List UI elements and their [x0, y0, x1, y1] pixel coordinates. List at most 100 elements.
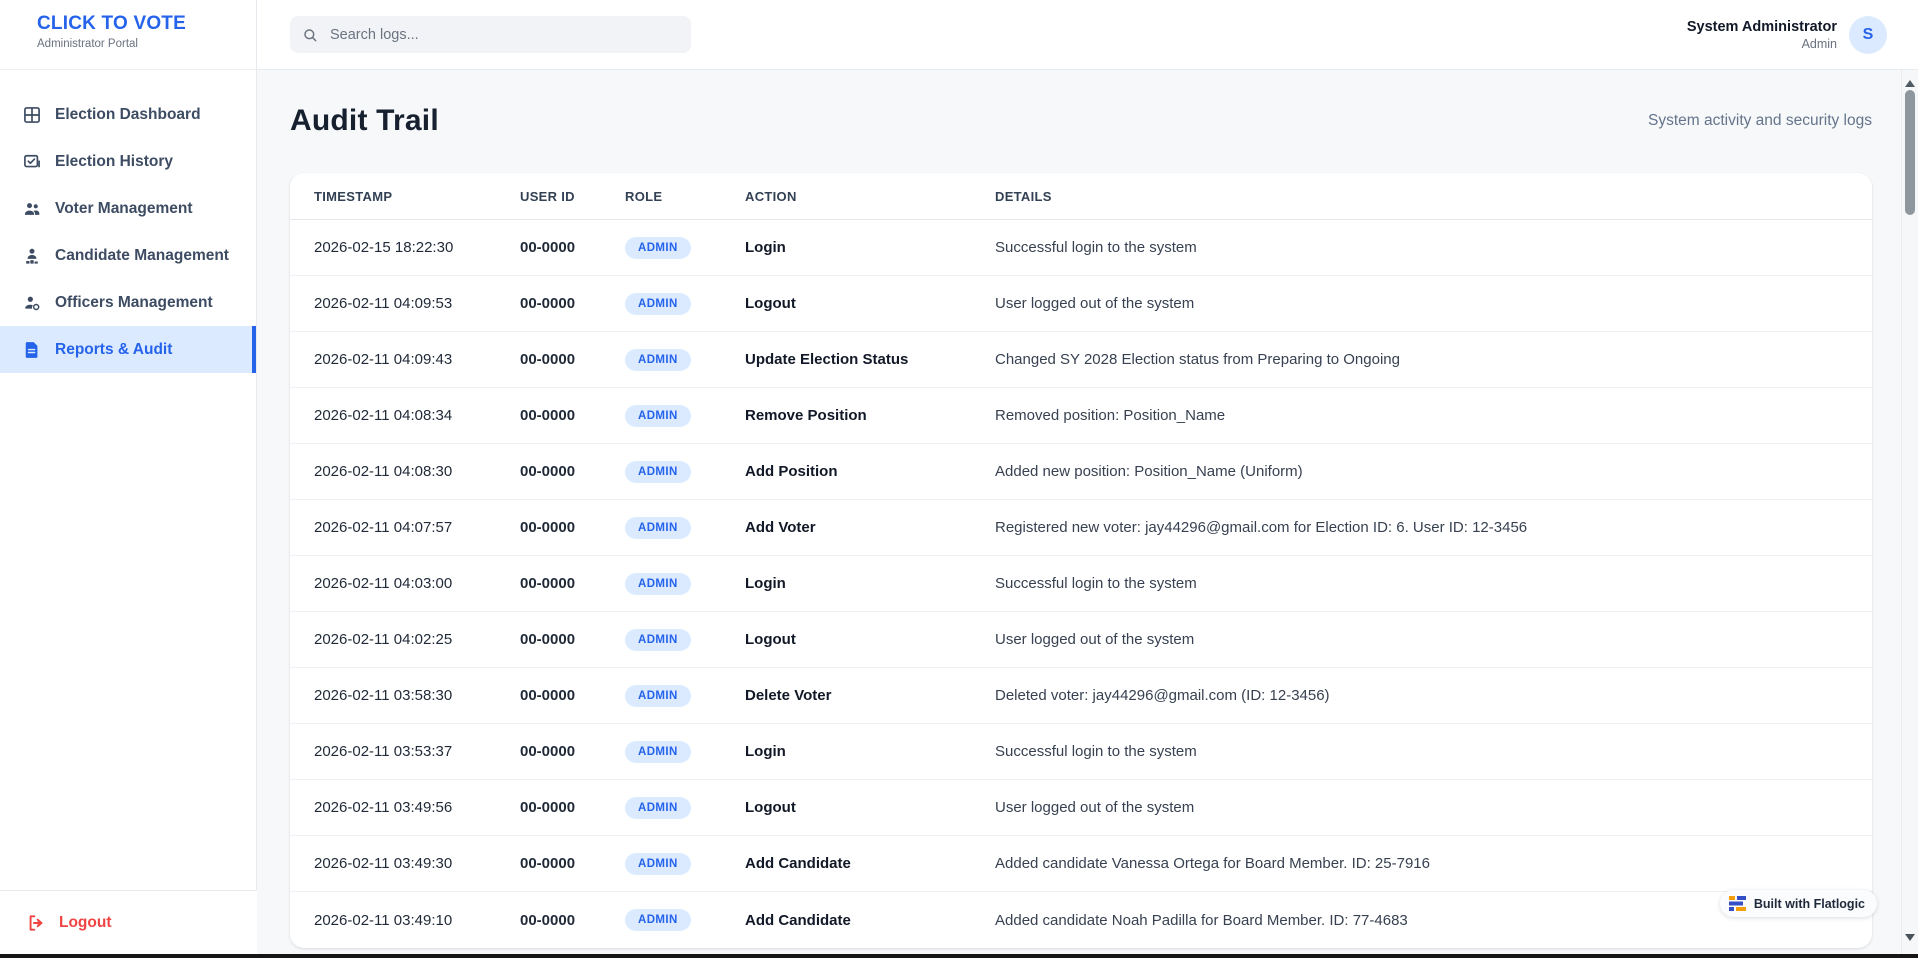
- timestamp-cell: 2026-02-11 03:49:10: [314, 912, 520, 929]
- scrollbar-thumb[interactable]: [1905, 90, 1915, 215]
- user-id-cell: 00-0000: [520, 519, 625, 536]
- details-cell: Deleted voter: jay44296@gmail.com (ID: 1…: [995, 687, 1872, 704]
- sidebar-item-election-dashboard[interactable]: Election Dashboard: [0, 91, 256, 138]
- timestamp-cell: 2026-02-11 04:07:57: [314, 519, 520, 536]
- avatar[interactable]: S: [1849, 16, 1887, 54]
- action-cell: Update Election Status: [745, 351, 995, 368]
- details-cell: User logged out of the system: [995, 631, 1872, 648]
- sidebar-item-voter-management[interactable]: Voter Management: [0, 185, 256, 232]
- details-cell: Successful login to the system: [995, 239, 1872, 256]
- search-input[interactable]: [328, 26, 679, 44]
- user-name: System Administrator: [1687, 19, 1837, 35]
- timestamp-cell: 2026-02-11 03:49:56: [314, 799, 520, 816]
- details-cell: Added candidate Vanessa Ortega for Board…: [995, 855, 1872, 872]
- details-cell: User logged out of the system: [995, 799, 1872, 816]
- table-row: 2026-02-11 04:08:34 00-0000 ADMIN Remove…: [290, 388, 1872, 444]
- timestamp-cell: 2026-02-11 04:08:30: [314, 463, 520, 480]
- page-head: Audit Trail System activity and security…: [257, 70, 1901, 138]
- role-badge: ADMIN: [625, 461, 691, 483]
- scroll-down-arrow-icon[interactable]: [1905, 934, 1915, 946]
- page-subtitle: System activity and security logs: [1648, 112, 1872, 130]
- table-row: 2026-02-11 03:53:37 00-0000 ADMIN Login …: [290, 724, 1872, 780]
- action-cell: Login: [745, 743, 995, 760]
- role-badge: ADMIN: [625, 685, 691, 707]
- vertical-scrollbar[interactable]: [1901, 70, 1918, 954]
- user-id-cell: 00-0000: [520, 463, 625, 480]
- role-cell: ADMIN: [625, 517, 745, 539]
- table-row: 2026-02-11 04:09:53 00-0000 ADMIN Logout…: [290, 276, 1872, 332]
- timestamp-cell: 2026-02-11 04:02:25: [314, 631, 520, 648]
- app-logo: CLICK TO VOTE: [37, 13, 256, 35]
- role-badge: ADMIN: [625, 237, 691, 259]
- details-cell: Registered new voter: jay44296@gmail.com…: [995, 519, 1872, 536]
- built-with-flatlogic-badge[interactable]: Built with Flatlogic: [1720, 890, 1877, 917]
- user-block[interactable]: System Administrator Admin S: [1687, 16, 1887, 54]
- table-header-row: TIMESTAMP USER ID ROLE ACTION DETAILS: [290, 173, 1872, 220]
- report-icon: [22, 340, 42, 360]
- ballot-icon: [22, 152, 42, 172]
- table-row: 2026-02-11 03:49:10 00-0000 ADMIN Add Ca…: [290, 892, 1872, 948]
- user-id-cell: 00-0000: [520, 575, 625, 592]
- officer-icon: [22, 293, 42, 313]
- column-header-action: ACTION: [745, 189, 995, 204]
- table-row: 2026-02-11 04:09:43 00-0000 ADMIN Update…: [290, 332, 1872, 388]
- sidebar-nav: Election Dashboard Election History Vote…: [0, 70, 256, 373]
- user-id-cell: 00-0000: [520, 407, 625, 424]
- table-row: 2026-02-11 03:49:30 00-0000 ADMIN Add Ca…: [290, 836, 1872, 892]
- candidate-icon: [22, 246, 42, 266]
- role-cell: ADMIN: [625, 461, 745, 483]
- details-cell: Added new position: Position_Name (Unifo…: [995, 463, 1872, 480]
- timestamp-cell: 2026-02-11 04:08:34: [314, 407, 520, 424]
- page-title: Audit Trail: [290, 104, 439, 138]
- action-cell: Login: [745, 575, 995, 592]
- flatlogic-label: Built with Flatlogic: [1754, 897, 1865, 911]
- sidebar-item-candidate-management[interactable]: Candidate Management: [0, 232, 256, 279]
- action-cell: Add Position: [745, 463, 995, 480]
- timestamp-cell: 2026-02-15 18:22:30: [314, 239, 520, 256]
- role-badge: ADMIN: [625, 629, 691, 651]
- table-body: 2026-02-15 18:22:30 00-0000 ADMIN Login …: [290, 220, 1872, 948]
- role-cell: ADMIN: [625, 405, 745, 427]
- search-icon: [302, 27, 328, 43]
- role-cell: ADMIN: [625, 629, 745, 651]
- role-badge: ADMIN: [625, 853, 691, 875]
- voters-icon: [22, 199, 42, 219]
- role-badge: ADMIN: [625, 741, 691, 763]
- user-id-cell: 00-0000: [520, 855, 625, 872]
- user-id-cell: 00-0000: [520, 799, 625, 816]
- logout-button[interactable]: Logout: [0, 890, 257, 954]
- main-content: Audit Trail System activity and security…: [257, 70, 1901, 958]
- role-badge: ADMIN: [625, 405, 691, 427]
- sidebar-item-reports-audit[interactable]: Reports & Audit: [0, 326, 256, 373]
- table-row: 2026-02-11 03:58:30 00-0000 ADMIN Delete…: [290, 668, 1872, 724]
- user-id-cell: 00-0000: [520, 239, 625, 256]
- dashboard-icon: [22, 105, 42, 125]
- user-id-cell: 00-0000: [520, 631, 625, 648]
- logout-icon: [26, 913, 46, 933]
- details-cell: Successful login to the system: [995, 575, 1872, 592]
- table-row: 2026-02-11 04:07:57 00-0000 ADMIN Add Vo…: [290, 500, 1872, 556]
- column-header-user-id: USER ID: [520, 189, 625, 204]
- role-cell: ADMIN: [625, 909, 745, 931]
- timestamp-cell: 2026-02-11 04:09:43: [314, 351, 520, 368]
- role-cell: ADMIN: [625, 685, 745, 707]
- sidebar-item-election-history[interactable]: Election History: [0, 138, 256, 185]
- topbar: System Administrator Admin S: [257, 0, 1918, 70]
- details-cell: Changed SY 2028 Election status from Pre…: [995, 351, 1872, 368]
- sidebar: CLICK TO VOTE Administrator Portal Elect…: [0, 0, 257, 958]
- timestamp-cell: 2026-02-11 03:49:30: [314, 855, 520, 872]
- action-cell: Add Voter: [745, 519, 995, 536]
- scroll-up-arrow-icon[interactable]: [1905, 75, 1915, 87]
- sidebar-item-officers-management[interactable]: Officers Management: [0, 279, 256, 326]
- timestamp-cell: 2026-02-11 03:58:30: [314, 687, 520, 704]
- column-header-role: ROLE: [625, 189, 745, 204]
- action-cell: Logout: [745, 799, 995, 816]
- role-badge: ADMIN: [625, 573, 691, 595]
- role-badge: ADMIN: [625, 517, 691, 539]
- window-bottom-edge: [0, 954, 1918, 958]
- flatlogic-logo-icon: [1729, 896, 1746, 911]
- app-logo-subtitle: Administrator Portal: [37, 38, 256, 50]
- role-badge: ADMIN: [625, 349, 691, 371]
- search-box: [290, 16, 691, 53]
- role-cell: ADMIN: [625, 853, 745, 875]
